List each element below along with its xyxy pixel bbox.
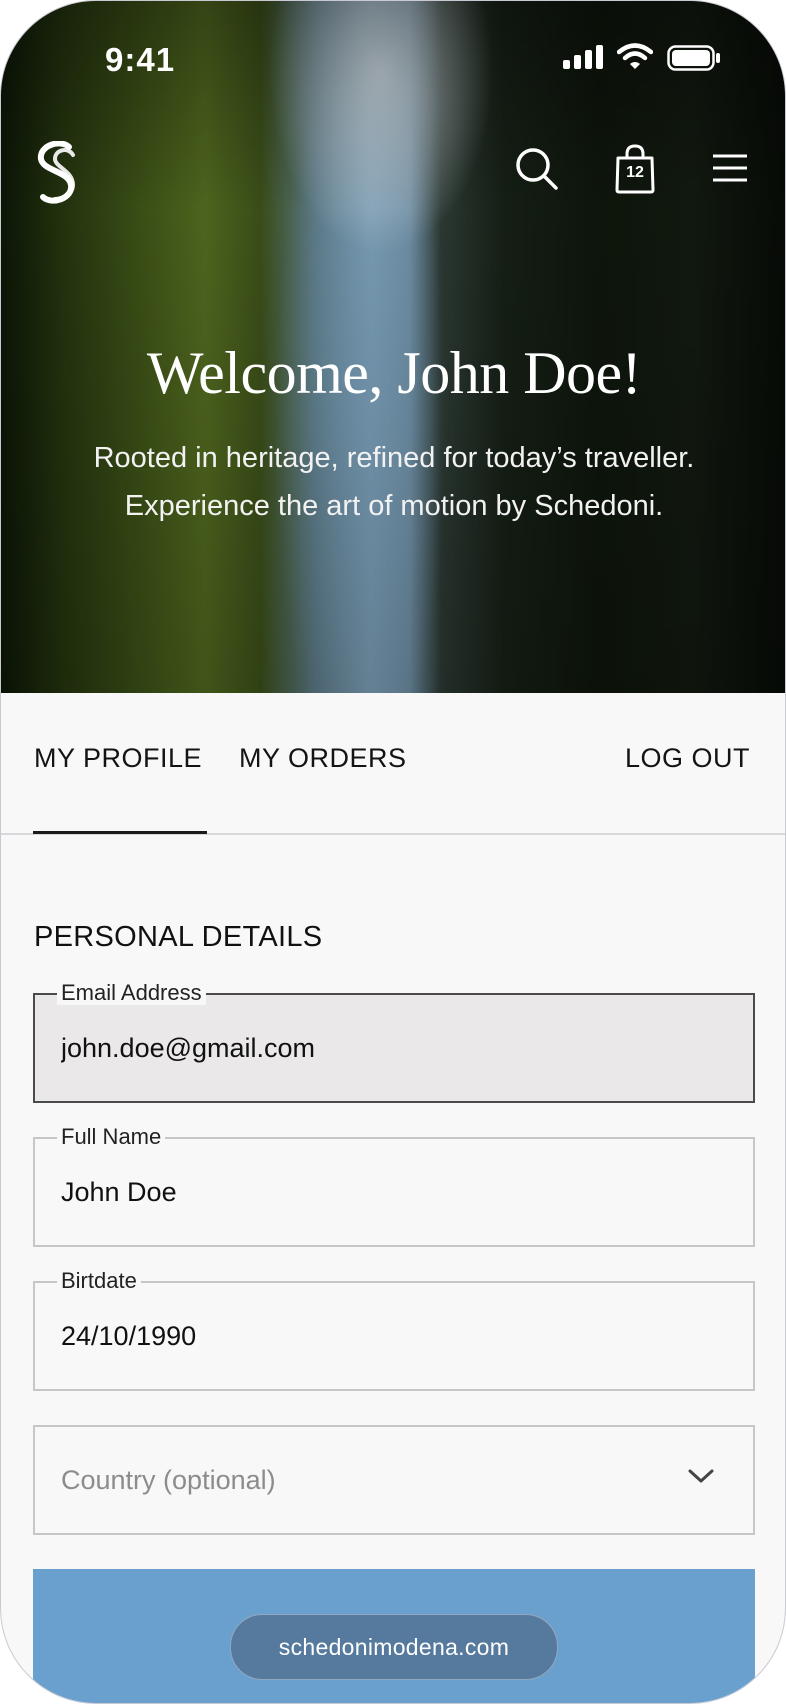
search-icon[interactable] [515,147,559,191]
tagline-line-1: Rooted in heritage, refined for today’s … [93,442,695,474]
hero-text: Welcome, John Doe! Rooted in heritage, r… [1,339,785,530]
full-name-field: Full Name [33,1125,755,1247]
email-input[interactable] [61,995,721,1101]
welcome-title: Welcome, John Doe! [146,340,642,406]
top-navigation: 12 [1,129,785,209]
status-bar: 9:41 [1,1,785,121]
shopping-bag-button[interactable]: 12 [613,144,657,194]
active-tab-indicator [33,831,207,834]
birthdate-field: Birtdate [33,1269,755,1391]
tab-my-profile[interactable]: MY PROFILE [34,743,202,774]
phone-frame: 9:41 12 Welcome, John Doe! Rooted in her… [0,0,786,1704]
personal-details-heading: PERSONAL DETAILS [34,921,323,953]
tab-my-orders[interactable]: MY ORDERS [239,743,407,774]
country-placeholder: Country (optional) [61,1465,276,1495]
browser-url-pill[interactable]: schedonimodena.com [230,1614,558,1680]
tagline-line-2: Experience the art of motion by Schedoni… [124,490,664,522]
hero-tagline: Rooted in heritage, refined for today’s … [44,434,744,530]
chevron-down-icon [688,1469,714,1483]
hamburger-menu-icon[interactable] [711,153,749,183]
birthdate-input[interactable] [61,1283,721,1389]
cellular-signal-icon [563,45,603,69]
battery-icon [667,45,720,71]
country-select[interactable]: Country (optional) [33,1425,755,1535]
status-time: 9:41 [105,41,176,78]
bag-count-badge: 12 [626,164,644,181]
email-field: Email Address [33,981,755,1103]
full-name-input[interactable] [61,1139,721,1245]
logout-link[interactable]: LOG OUT [625,743,750,774]
account-tabs: MY PROFILE MY ORDERS LOG OUT [1,693,785,835]
schedoni-s-logo-icon[interactable] [29,141,85,205]
wifi-icon [617,43,653,69]
